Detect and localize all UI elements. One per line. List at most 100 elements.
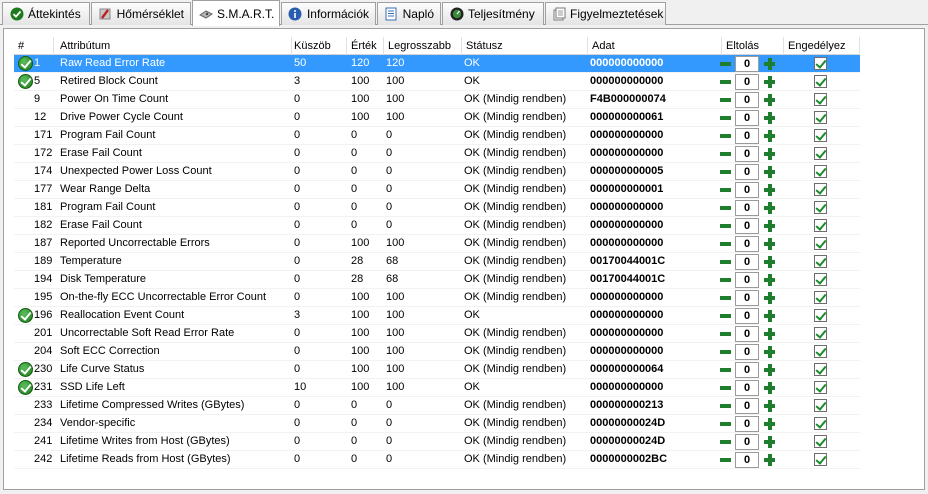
plus-icon[interactable] — [762, 200, 777, 216]
minus-icon[interactable] — [718, 200, 733, 216]
enabled-checkbox[interactable] — [814, 327, 827, 340]
offset-input[interactable]: 0 — [735, 92, 759, 108]
minus-icon[interactable] — [718, 272, 733, 288]
minus-icon[interactable] — [718, 56, 733, 72]
plus-icon[interactable] — [762, 326, 777, 342]
enabled-checkbox[interactable] — [814, 57, 827, 70]
offset-input[interactable]: 0 — [735, 146, 759, 162]
plus-icon[interactable] — [762, 398, 777, 414]
minus-icon[interactable] — [718, 146, 733, 162]
plus-icon[interactable] — [762, 128, 777, 144]
table-row[interactable]: 195 On-the-fly ECC Uncorrectable Error Co… — [14, 289, 860, 307]
minus-icon[interactable] — [718, 344, 733, 360]
offset-input[interactable]: 0 — [735, 272, 759, 288]
enabled-checkbox[interactable] — [814, 129, 827, 142]
minus-icon[interactable] — [718, 218, 733, 234]
minus-icon[interactable] — [718, 92, 733, 108]
table-row[interactable]: 194 Disk Temperature 0 28 68 OK (Mindig rendb… — [14, 271, 860, 289]
minus-icon[interactable] — [718, 362, 733, 378]
plus-icon[interactable] — [762, 74, 777, 90]
plus-icon[interactable] — [762, 362, 777, 378]
minus-icon[interactable] — [718, 182, 733, 198]
enabled-checkbox[interactable] — [814, 183, 827, 196]
col-enabled[interactable]: Engedélyez — [784, 37, 860, 55]
table-row[interactable]: 172 Erase Fail Count 0 0 0 OK (Mindig rendben… — [14, 145, 860, 163]
table-row[interactable]: 174 Unexpected Power Loss Count 0 0 0 OK (Min… — [14, 163, 860, 181]
table-row[interactable]: 5 Retired Block Count 3 100 100 OK 00000000000… — [14, 73, 860, 91]
plus-icon[interactable] — [762, 254, 777, 270]
minus-icon[interactable] — [718, 254, 733, 270]
enabled-checkbox[interactable] — [814, 345, 827, 358]
tab-performance[interactable]: Teljesítmény — [442, 2, 544, 25]
offset-input[interactable]: 0 — [735, 362, 759, 378]
col-value[interactable]: Érték — [347, 37, 384, 55]
minus-icon[interactable] — [718, 110, 733, 126]
offset-input[interactable]: 0 — [735, 434, 759, 450]
offset-input[interactable]: 0 — [735, 290, 759, 306]
enabled-checkbox[interactable] — [814, 219, 827, 232]
minus-icon[interactable] — [718, 452, 733, 468]
enabled-checkbox[interactable] — [814, 435, 827, 448]
enabled-checkbox[interactable] — [814, 291, 827, 304]
col-offset[interactable]: Eltolás — [722, 37, 784, 55]
plus-icon[interactable] — [762, 92, 777, 108]
enabled-checkbox[interactable] — [814, 381, 827, 394]
col-id[interactable]: # — [14, 37, 54, 55]
minus-icon[interactable] — [718, 236, 733, 252]
offset-input[interactable]: 0 — [735, 326, 759, 342]
plus-icon[interactable] — [762, 416, 777, 432]
minus-icon[interactable] — [718, 164, 733, 180]
enabled-checkbox[interactable] — [814, 93, 827, 106]
enabled-checkbox[interactable] — [814, 309, 827, 322]
enabled-checkbox[interactable] — [814, 75, 827, 88]
minus-icon[interactable] — [718, 434, 733, 450]
plus-icon[interactable] — [762, 308, 777, 324]
enabled-checkbox[interactable] — [814, 363, 827, 376]
minus-icon[interactable] — [718, 128, 733, 144]
table-row[interactable]: 12 Drive Power Cycle Count 0 100 100 OK (Mind… — [14, 109, 860, 127]
minus-icon[interactable] — [718, 398, 733, 414]
offset-input[interactable]: 0 — [735, 110, 759, 126]
plus-icon[interactable] — [762, 272, 777, 288]
enabled-checkbox[interactable] — [814, 147, 827, 160]
table-row[interactable]: 230 Life Curve Status 0 100 100 OK (Mindig re… — [14, 361, 860, 379]
enabled-checkbox[interactable] — [814, 417, 827, 430]
minus-icon[interactable] — [718, 380, 733, 396]
offset-input[interactable]: 0 — [735, 182, 759, 198]
table-row[interactable]: 233 Lifetime Compressed Writes (GBytes) 0 0… — [14, 397, 860, 415]
offset-input[interactable]: 0 — [735, 344, 759, 360]
minus-icon[interactable] — [718, 290, 733, 306]
plus-icon[interactable] — [762, 380, 777, 396]
col-data[interactable]: Adat — [588, 37, 722, 55]
offset-input[interactable]: 0 — [735, 452, 759, 468]
plus-icon[interactable] — [762, 290, 777, 306]
offset-input[interactable]: 0 — [735, 56, 759, 72]
tab-overview[interactable]: Áttekintés — [2, 2, 90, 25]
plus-icon[interactable] — [762, 434, 777, 450]
plus-icon[interactable] — [762, 218, 777, 234]
minus-icon[interactable] — [718, 326, 733, 342]
tab-log[interactable]: Napló — [377, 2, 441, 25]
plus-icon[interactable] — [762, 344, 777, 360]
enabled-checkbox[interactable] — [814, 453, 827, 466]
plus-icon[interactable] — [762, 146, 777, 162]
tab-information[interactable]: Információk — [281, 2, 376, 25]
offset-input[interactable]: 0 — [735, 416, 759, 432]
plus-icon[interactable] — [762, 110, 777, 126]
tab-smart[interactable]: S.M.A.R.T. — [192, 0, 280, 26]
enabled-checkbox[interactable] — [814, 237, 827, 250]
enabled-checkbox[interactable] — [814, 255, 827, 268]
table-row[interactable]: 177 Wear Range Delta 0 0 0 OK (Mindig rendben… — [14, 181, 860, 199]
col-threshold[interactable]: Küszöb — [290, 37, 347, 55]
col-status[interactable]: Státusz — [462, 37, 588, 55]
table-row[interactable]: 182 Erase Fail Count 0 0 0 OK (Mindig rendben… — [14, 217, 860, 235]
enabled-checkbox[interactable] — [814, 273, 827, 286]
table-row[interactable]: 234 Vendor-specific 0 0 0 OK (Mindig rendben)… — [14, 415, 860, 433]
table-row[interactable]: 231 SSD Life Left 10 100 100 OK 000000000000 0 — [14, 379, 860, 397]
table-row[interactable]: 171 Program Fail Count 0 0 0 OK (Mindig rendb… — [14, 127, 860, 145]
tab-warnings[interactable]: Figyelmeztetések — [545, 2, 666, 25]
plus-icon[interactable] — [762, 56, 777, 72]
table-row[interactable]: 181 Program Fail Count 0 0 0 OK (Mindig rendb… — [14, 199, 860, 217]
offset-input[interactable]: 0 — [735, 200, 759, 216]
offset-input[interactable]: 0 — [735, 236, 759, 252]
